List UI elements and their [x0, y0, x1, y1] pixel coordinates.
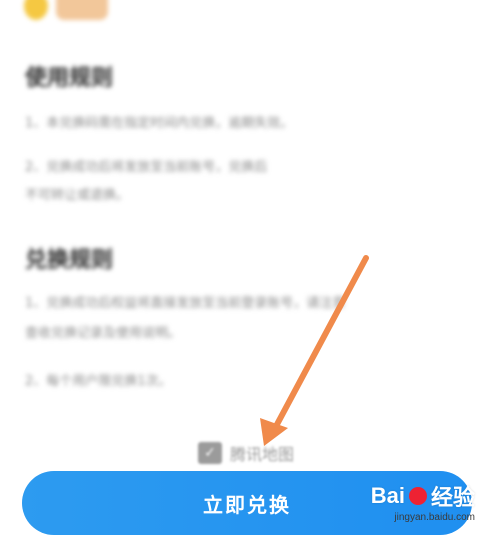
- watermark-url: jingyan.baidu.com: [394, 512, 475, 523]
- watermark-brand-suffix: 经验: [430, 485, 475, 510]
- baidu-jingyan-watermark: Bai 经验 jingyan.baidu.com: [371, 480, 475, 523]
- watermark-logo: Bai 经验: [371, 480, 475, 512]
- watermark-brand: Bai: [370, 483, 405, 508]
- baidu-paw-icon: [408, 487, 427, 505]
- annotation-arrow-icon: [260, 255, 369, 446]
